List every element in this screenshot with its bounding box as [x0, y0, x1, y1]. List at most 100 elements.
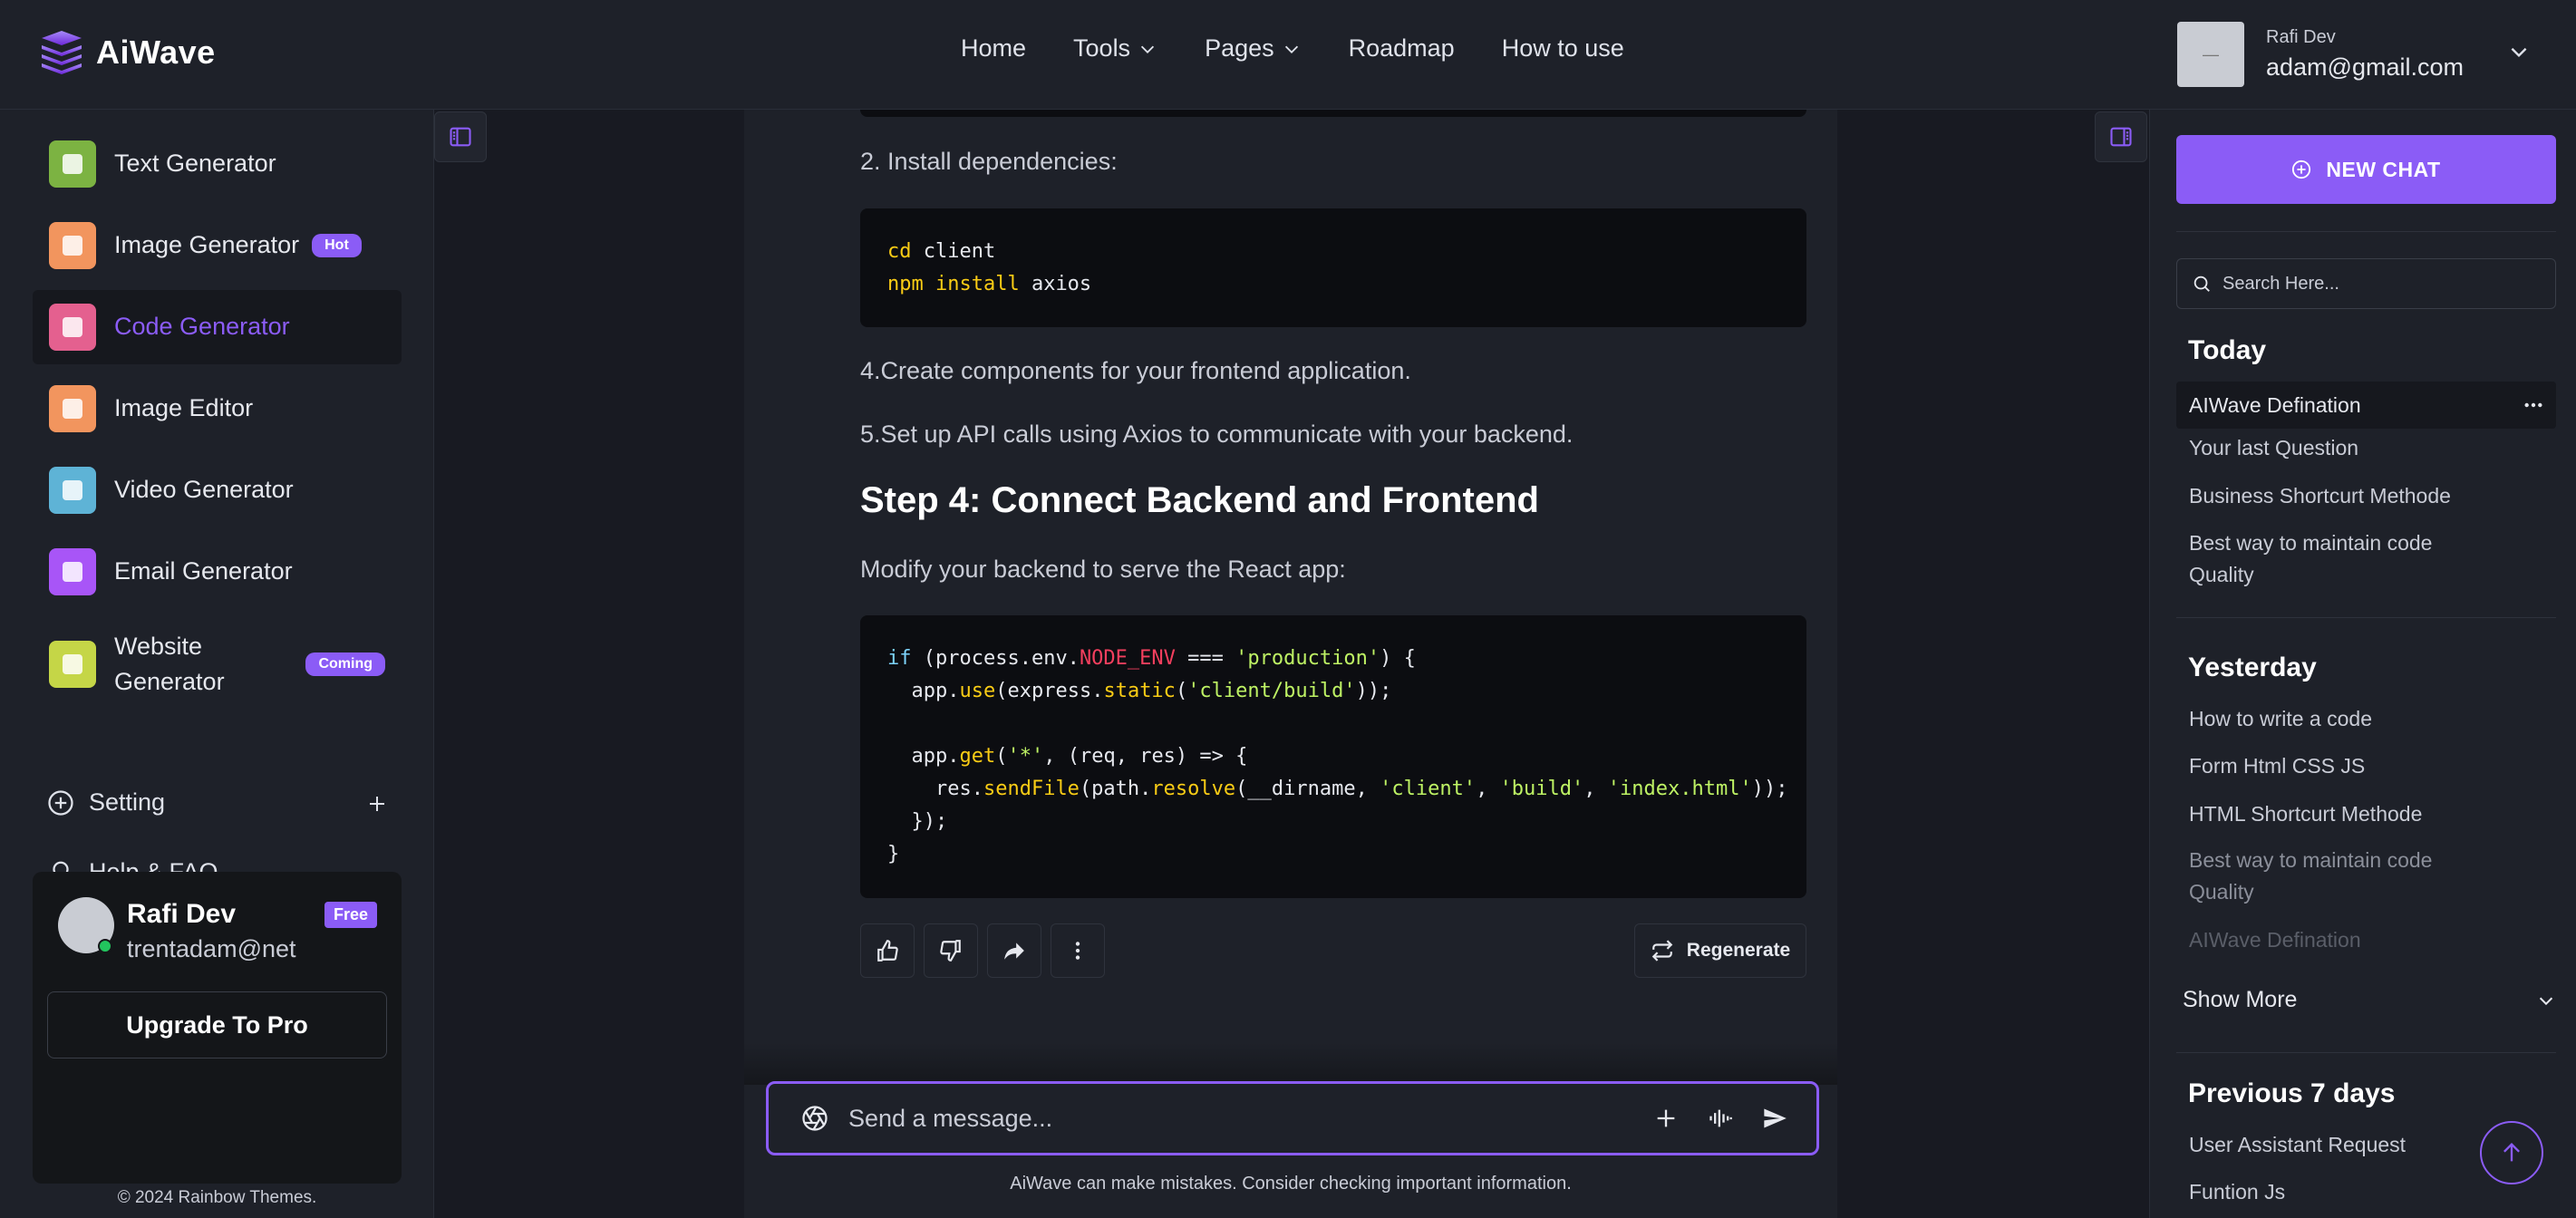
- sidebar-item-email-generator[interactable]: Email Generator: [33, 535, 402, 609]
- sidebar-item-text-generator[interactable]: Text Generator: [33, 127, 402, 201]
- image-icon: [49, 222, 96, 269]
- message-input-bar: [766, 1081, 1819, 1155]
- nav-item-tools[interactable]: Tools: [1073, 34, 1157, 63]
- sidebar-item-image-editor[interactable]: Image Editor: [33, 372, 402, 446]
- history-search: [2176, 258, 2556, 309]
- main-nav: Home Tools Pages Roadmap How to use: [961, 34, 1624, 63]
- logo-icon: [42, 31, 82, 74]
- message-text: 5.Set up API calls using Axios to commun…: [860, 420, 1574, 448]
- sidebar-item-code-generator[interactable]: Code Generator: [33, 290, 402, 364]
- code-line: app.get('*', (req, res) => {: [887, 745, 1248, 768]
- sidebar-item-label: Code Generator: [114, 313, 290, 341]
- code-block[interactable]: if (process.env.NODE_ENV === 'production…: [860, 615, 1806, 898]
- message-text: 4.Create components for your frontend ap…: [860, 357, 1411, 384]
- new-chat-label: NEW CHAT: [2326, 157, 2441, 181]
- message-actions: [860, 923, 1105, 978]
- like-button[interactable]: [860, 923, 915, 978]
- code-line: if (process.env.NODE_ENV === 'production…: [887, 647, 1416, 670]
- history-item[interactable]: Business Shortcurt Methode: [2176, 480, 2556, 512]
- logo-text: AiWave: [96, 34, 216, 71]
- toggle-right-sidebar-button[interactable]: [2095, 111, 2147, 162]
- show-more-button[interactable]: Show More: [2183, 987, 2556, 1013]
- history-item[interactable]: Best way to maintain code Quality: [2176, 845, 2475, 908]
- scroll-fade: [744, 1043, 1837, 1085]
- more-horizontal-icon[interactable]: [2523, 396, 2543, 414]
- nav-item-pages[interactable]: Pages: [1205, 34, 1302, 63]
- sidebar-item-label: Image Generator: [114, 231, 300, 259]
- copyright: © 2024 Rainbow Themes.: [117, 1188, 317, 1207]
- setting-label: Setting: [89, 788, 166, 816]
- history-item[interactable]: Your last Question: [2176, 432, 2556, 464]
- user-email: adam@gmail.com: [2266, 53, 2464, 81]
- sidebar-item-video-generator[interactable]: Video Generator: [33, 453, 402, 527]
- disclaimer: AiWave can make mistakes. Consider check…: [1010, 1174, 1572, 1194]
- chevron-down-icon: [1284, 45, 1298, 53]
- history-item[interactable]: AIWave Defination: [2176, 382, 2556, 429]
- upgrade-button[interactable]: Upgrade To Pro: [47, 991, 387, 1058]
- section-title-previous-7-days: Previous 7 days: [2188, 1078, 2396, 1108]
- nav-item-roadmap[interactable]: Roadmap: [1349, 34, 1455, 63]
- chevron-down-icon[interactable]: [2507, 40, 2531, 63]
- plus-icon[interactable]: [1653, 1106, 1679, 1131]
- history-item[interactable]: AIWave Defination: [2176, 924, 2556, 956]
- code-line: res.sendFile(path.resolve(__dirname, 'cl…: [887, 778, 1788, 800]
- code-line: }: [887, 843, 900, 865]
- regenerate-button[interactable]: Regenerate: [1634, 923, 1806, 978]
- sidebar-right-icon: [2110, 127, 2132, 147]
- search-icon: [2193, 276, 2210, 292]
- sidebar-item-label: Text Generator: [114, 150, 276, 178]
- code-block-previous: [860, 110, 1806, 117]
- online-status-dot: [98, 939, 112, 953]
- profile-email: trentadam@net: [127, 935, 296, 962]
- history-item[interactable]: HTML Shortcurt Methode: [2176, 798, 2556, 830]
- history-item[interactable]: Form Html CSS JS: [2176, 750, 2556, 782]
- code-line: });: [887, 810, 948, 833]
- scroll-to-top-button[interactable]: [2480, 1121, 2543, 1184]
- message-text: Modify your backend to serve the React a…: [860, 556, 1346, 583]
- nav-item-how-to-use[interactable]: How to use: [1502, 34, 1624, 63]
- dislike-button[interactable]: [924, 923, 978, 978]
- plus-icon[interactable]: [366, 793, 388, 815]
- plan-badge: Free: [324, 902, 378, 928]
- sidebar-item-label: Email Generator: [114, 557, 293, 585]
- history-item[interactable]: How to write a code: [2176, 703, 2556, 735]
- sidebar-item-website-generator[interactable]: Website Generator Coming: [33, 627, 402, 701]
- nav-item-home[interactable]: Home: [961, 34, 1026, 63]
- code-line: app.use(express.static('client/build'));: [887, 680, 1392, 702]
- share-icon: [1004, 942, 1024, 960]
- more-options-button[interactable]: [1051, 923, 1105, 978]
- toggle-left-sidebar-button[interactable]: [434, 111, 487, 162]
- profile-name: Rafi Dev: [127, 899, 237, 929]
- divider: [2176, 231, 2556, 232]
- website-icon: [49, 641, 96, 688]
- search-input[interactable]: [2223, 273, 2555, 295]
- sidebar-item-image-generator[interactable]: Image Generator Hot: [33, 208, 402, 283]
- regenerate-label: Regenerate: [1686, 940, 1791, 961]
- sidebar-left-icon: [450, 127, 471, 147]
- share-button[interactable]: [987, 923, 1041, 978]
- arrow-up-icon: [2503, 1143, 2520, 1162]
- setting-menu[interactable]: Setting: [47, 788, 165, 817]
- new-chat-button[interactable]: NEW CHAT: [2176, 135, 2556, 204]
- top-header: AiWave Home Tools Pages Roadmap How to use —…: [0, 0, 2576, 110]
- text-doc-icon: [49, 140, 96, 188]
- vertical-dots-icon: [1075, 942, 1080, 960]
- sidebar-badge: Hot: [312, 234, 362, 257]
- sidebar-item-label: Website Generator: [114, 632, 225, 695]
- thumbs-up-icon: [877, 940, 898, 962]
- voice-waveform-icon[interactable]: [1708, 1106, 1733, 1131]
- history-item[interactable]: Best way to maintain code Quality: [2176, 527, 2475, 591]
- code-block[interactable]: cd client npm install axios: [860, 208, 1806, 327]
- section-title-yesterday: Yesterday: [2188, 652, 2317, 682]
- avatar: —: [2177, 22, 2244, 87]
- aperture-icon[interactable]: [801, 1105, 828, 1132]
- sidebar-item-label: Image Editor: [114, 394, 254, 422]
- show-more-label: Show More: [2183, 987, 2298, 1012]
- app-logo[interactable]: AiWave: [40, 29, 216, 76]
- divider: [2176, 617, 2556, 618]
- send-icon[interactable]: [1762, 1106, 1787, 1131]
- sidebar-item-label: Video Generator: [114, 476, 294, 504]
- message-input[interactable]: [848, 1104, 1653, 1133]
- user-menu[interactable]: — Rafi Dev adam@gmail.com: [2177, 22, 2464, 87]
